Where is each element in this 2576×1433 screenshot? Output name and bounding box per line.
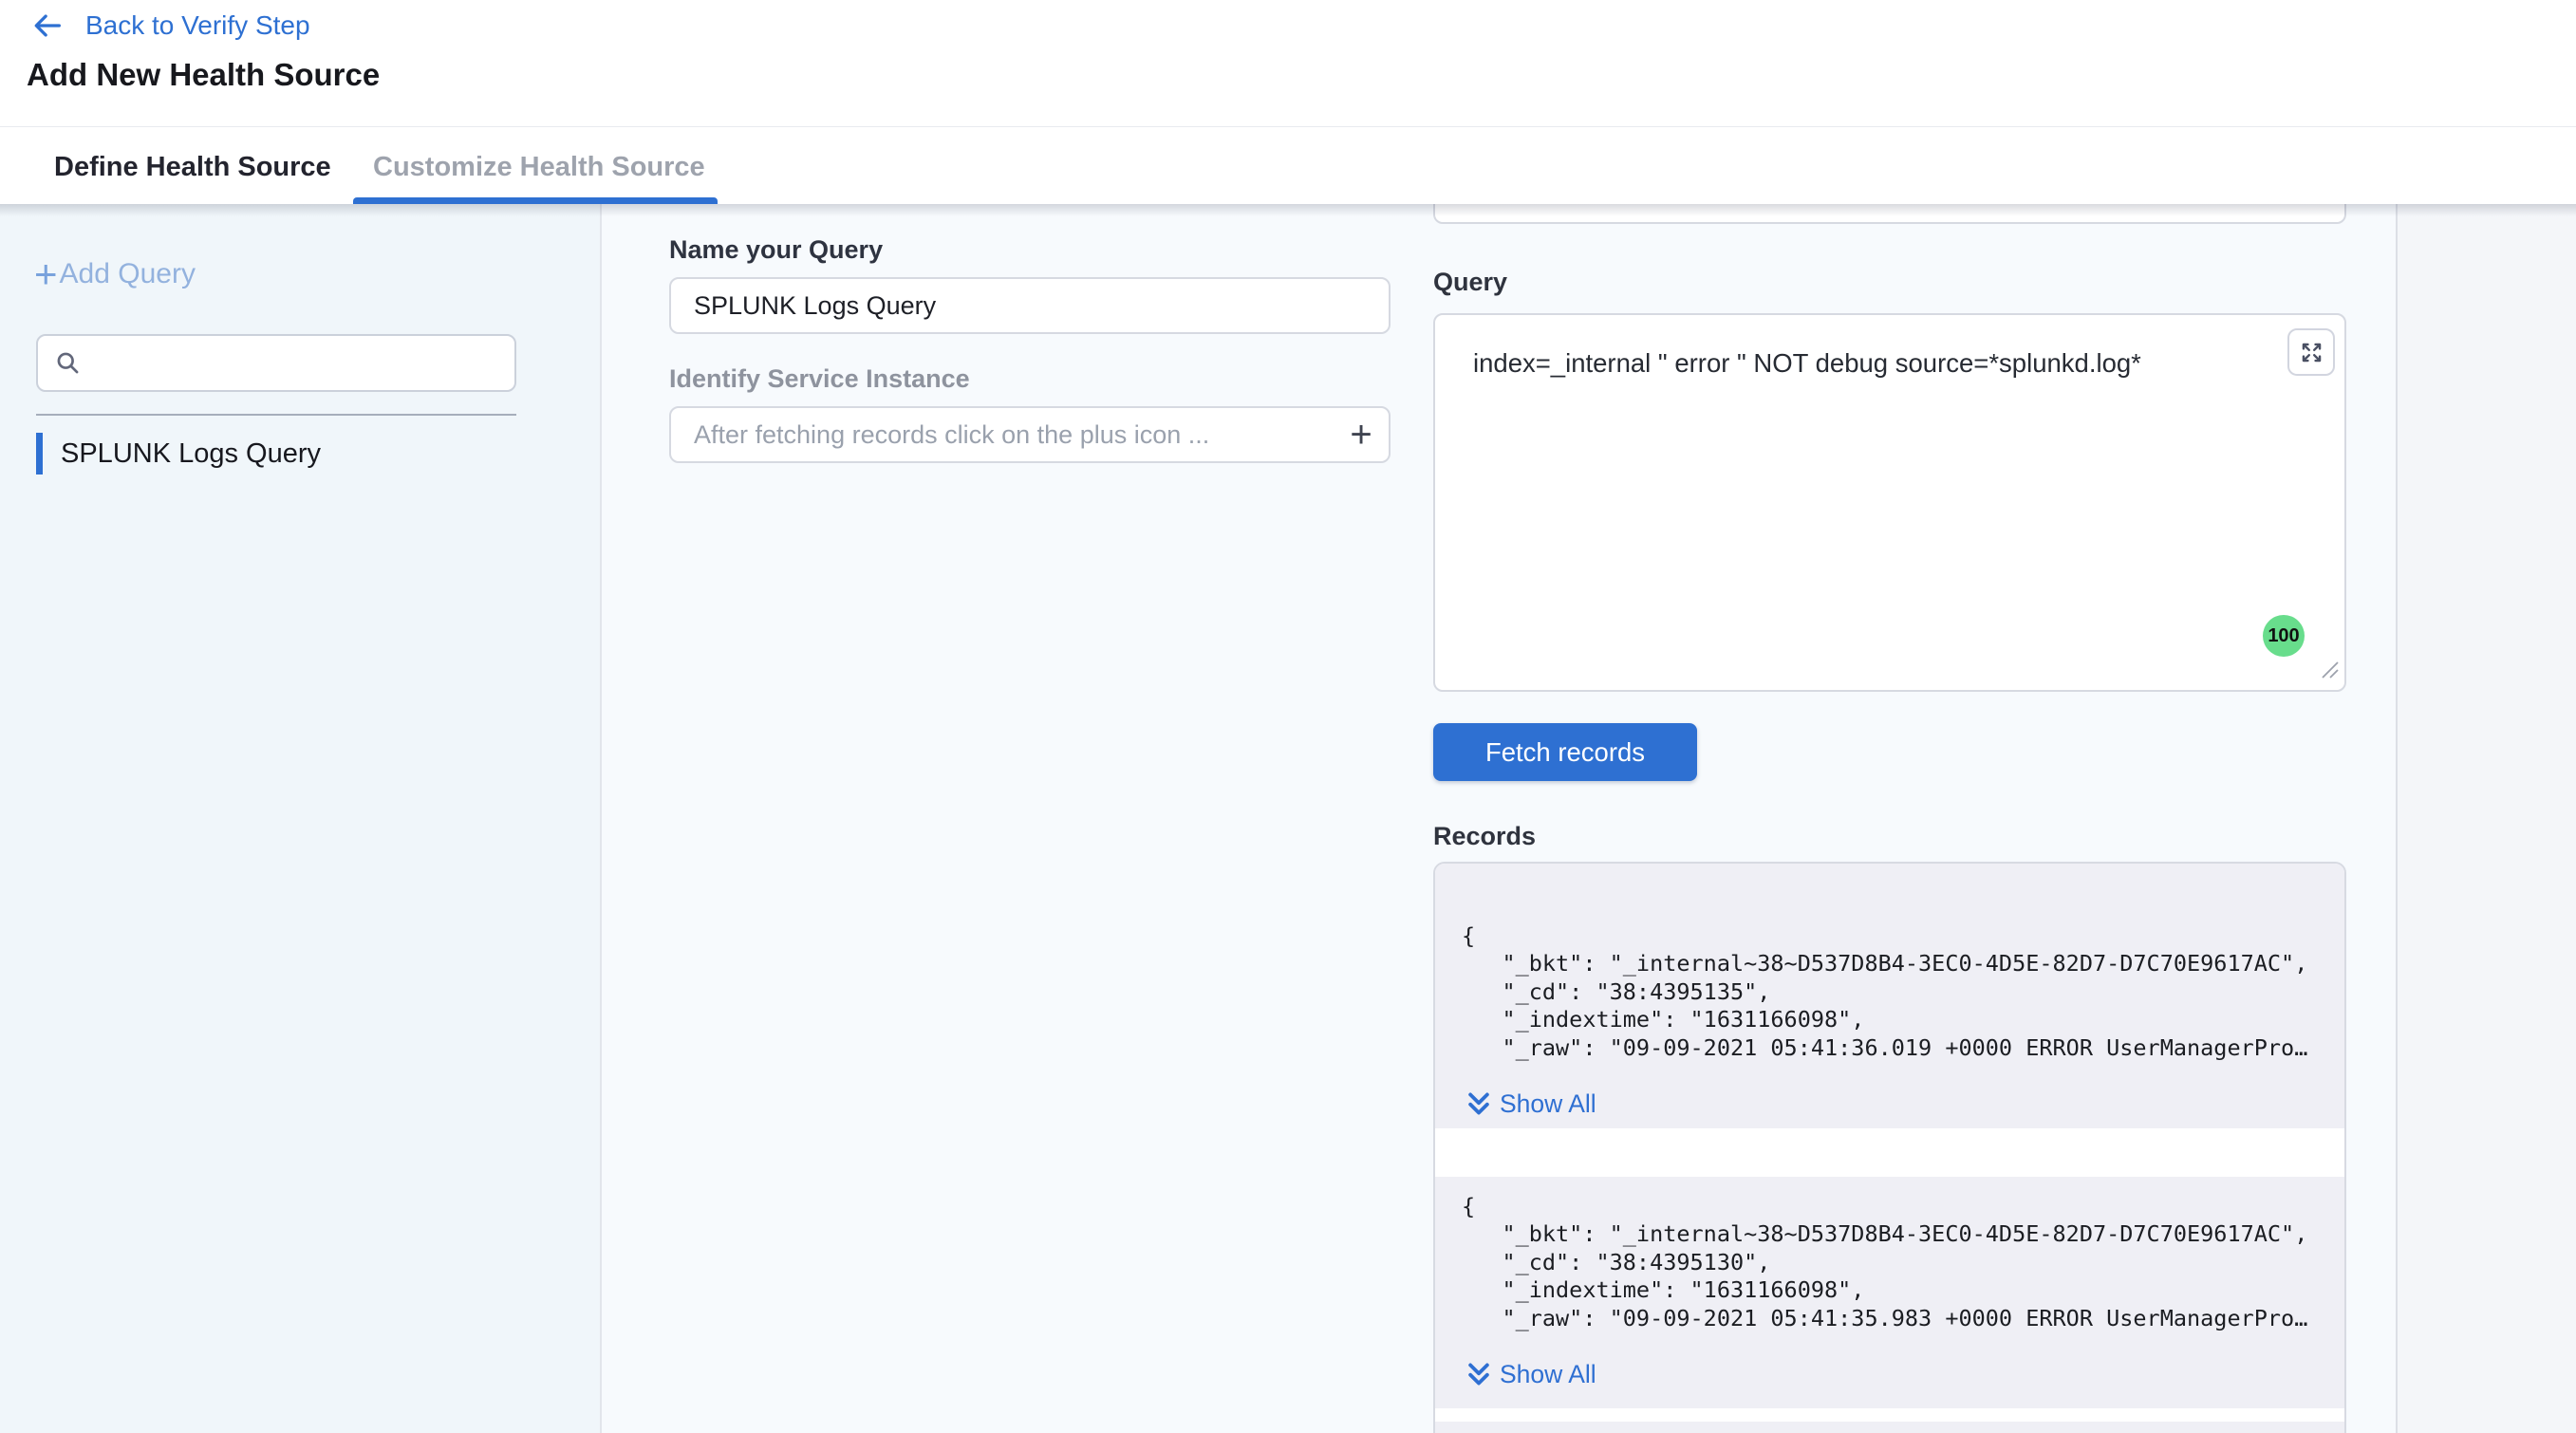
- identify-service-instance-label: Identify Service Instance: [669, 363, 970, 395]
- page-header: Back to Verify Step Add New Health Sourc…: [0, 0, 2576, 204]
- record-card-clipped: [1435, 1422, 2344, 1433]
- service-instance-field-wrap: +: [669, 406, 1391, 463]
- show-all-label: Show All: [1500, 1357, 1596, 1391]
- double-chevron-down-icon: [1467, 1361, 1490, 1387]
- query-item-label: SPLUNK Logs Query: [61, 433, 321, 475]
- records-panel: { "_bkt": "_internal~38~D537D8B4-3EC0-4D…: [1433, 862, 2346, 1433]
- query-length-badge: 100: [2263, 615, 2305, 657]
- query-name-field-wrap: [669, 277, 1391, 334]
- page-title: Add New Health Source: [27, 53, 380, 97]
- query-textarea[interactable]: index=_internal " error " NOT debug sour…: [1433, 313, 2346, 692]
- double-chevron-down-icon: [1467, 1090, 1490, 1117]
- back-arrow-icon: [32, 9, 65, 42]
- add-service-instance-plus-icon[interactable]: +: [1334, 408, 1389, 461]
- tab-customize-health-source[interactable]: Customize Health Source: [373, 142, 705, 192]
- add-query-button[interactable]: + Add Query: [34, 252, 196, 296]
- name-your-query-label: Name your Query: [669, 233, 883, 266]
- selected-indicator-bar: [36, 433, 43, 475]
- expand-query-button[interactable]: [2287, 328, 2335, 376]
- show-all-link[interactable]: Show All: [1467, 1087, 1596, 1121]
- service-instance-input[interactable]: [671, 408, 1334, 461]
- sidebar-item-splunk-logs-query[interactable]: SPLUNK Logs Query: [36, 433, 568, 475]
- query-search-box: [36, 334, 516, 392]
- record-card: { "_bkt": "_internal~38~D537D8B4-3EC0-4D…: [1435, 864, 2344, 1128]
- query-label: Query: [1433, 266, 1507, 298]
- record-card: { "_bkt": "_internal~38~D537D8B4-3EC0-4D…: [1435, 1177, 2344, 1408]
- record-json: { "_bkt": "_internal~38~D537D8B4-3EC0-4D…: [1462, 1193, 2307, 1332]
- show-all-link[interactable]: Show All: [1467, 1357, 1596, 1391]
- fetch-records-button[interactable]: Fetch records: [1433, 723, 1697, 781]
- record-json: { "_bkt": "_internal~38~D537D8B4-3EC0-4D…: [1462, 922, 2307, 1062]
- active-tab-indicator: [353, 197, 718, 204]
- back-to-verify-link[interactable]: Back to Verify Step: [32, 8, 310, 44]
- add-health-source-page: Back to Verify Step Add New Health Sourc…: [0, 0, 2576, 1433]
- right-gutter: [2398, 204, 2576, 1433]
- records-label: Records: [1433, 820, 1536, 852]
- query-text-value: index=_internal " error " NOT debug sour…: [1473, 348, 2141, 379]
- search-icon: [55, 350, 81, 376]
- add-query-label: Add Query: [60, 252, 196, 296]
- query-name-input[interactable]: [671, 279, 1389, 332]
- textarea-resize-handle[interactable]: [2321, 661, 2340, 684]
- expand-icon: [2299, 340, 2324, 365]
- tab-define-health-source[interactable]: Define Health Source: [54, 142, 331, 192]
- back-link-label: Back to Verify Step: [85, 8, 310, 44]
- show-all-label: Show All: [1500, 1087, 1596, 1121]
- sidebar-list-divider: [36, 414, 516, 416]
- header-divider: [0, 126, 2576, 127]
- search-input[interactable]: [92, 338, 503, 388]
- plus-icon: +: [34, 254, 58, 294]
